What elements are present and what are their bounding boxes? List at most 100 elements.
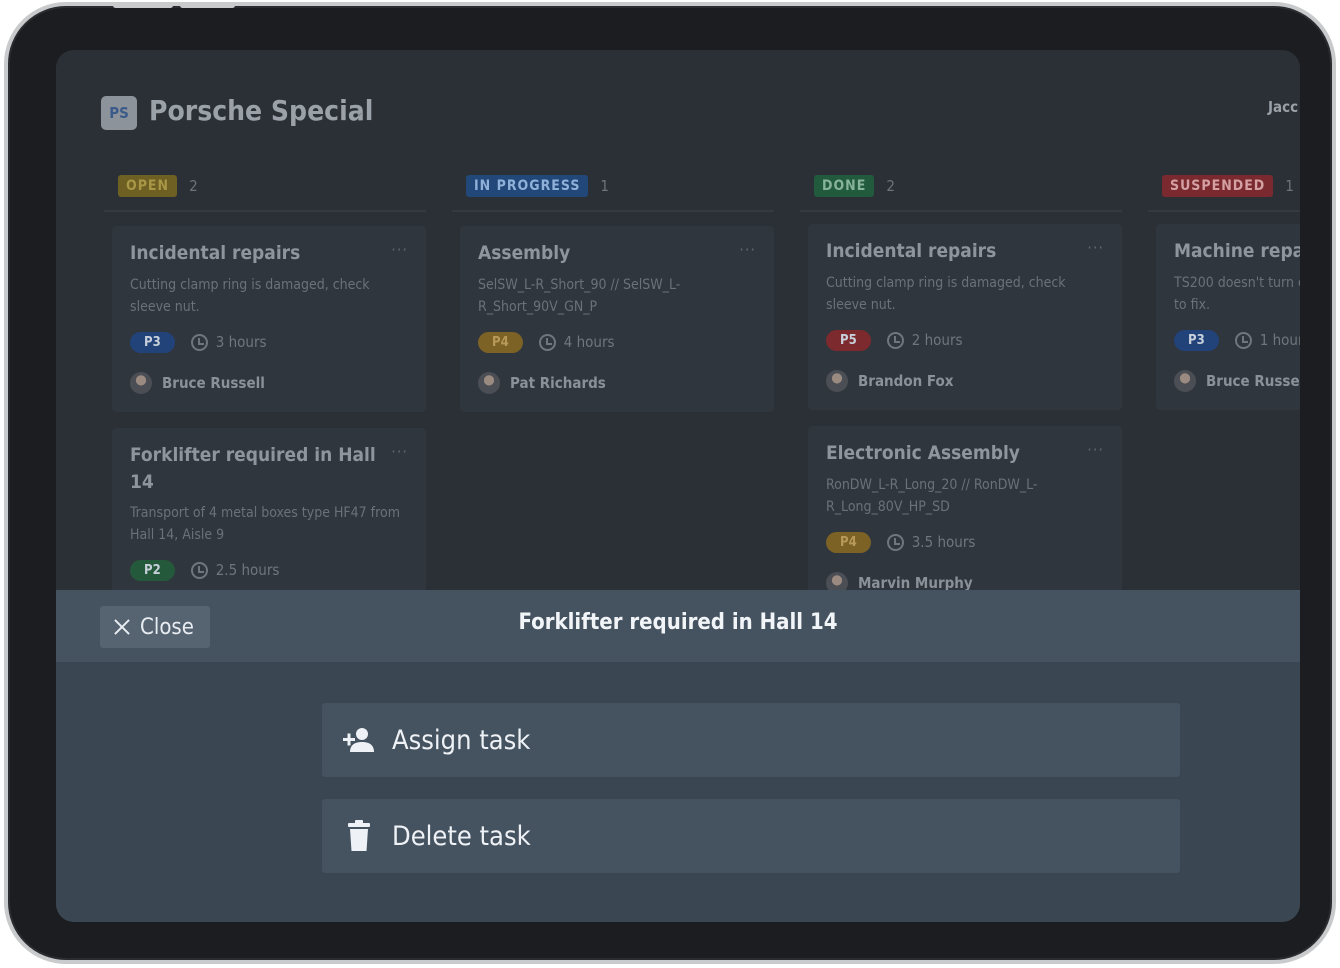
card-meta: P4 4 hours [478,330,615,354]
assignee: Pat Richards [478,372,606,394]
card-meta: P5 2 hours [826,328,963,352]
column-suspended: SUSPENDED 1 Machine repair TS200 doesn't… [1148,162,1300,642]
clock-icon [886,533,904,551]
card-description: Cutting clamp ring is damaged, check sle… [130,277,370,315]
volume-button [113,3,173,8]
card-meta: P3 1 hour [1174,328,1300,352]
card-description: TS200 doesn't turn on, check issue and t… [1174,275,1300,313]
clock-icon [1234,331,1252,349]
delete-task-label: Delete task [392,820,531,852]
delete-task-button[interactable]: Delete task [322,799,1180,873]
priority-badge: P2 [130,559,175,581]
status-pill-open: OPEN [118,175,178,197]
status-pill-suspended: SUSPENDED [1162,175,1274,197]
card-description: SelSW_L-R_Short_90 // SelSW_L-R_Short_90… [478,277,681,315]
duration: 3.5 hours [886,533,976,551]
duration-label: 2 hours [911,331,963,349]
priority-badge: P5 [826,329,871,351]
assignee: Bruce Russell [1174,370,1300,392]
card-title: Electronic Assembly [826,442,1020,464]
avatar [826,370,848,392]
clock-icon [538,333,556,351]
column-header: IN PROGRESS 1 [466,172,609,200]
sheet-header: Close Forklifter required in Hall 14 [56,590,1300,662]
more-icon[interactable]: ··· [739,240,756,259]
status-pill-done: DONE [814,175,875,197]
card-title: Incidental repairs [826,240,997,262]
column-count: 2 [886,177,895,195]
task-card[interactable]: Incidental repairs ··· Cutting clamp rin… [112,226,426,412]
duration-label: 3.5 hours [911,533,976,551]
chevron-down-icon[interactable]: ⌄ [354,104,365,120]
duration: 2 hours [886,331,963,349]
assign-task-label: Assign task [392,724,531,756]
column-divider [452,210,774,212]
column-divider [800,210,1122,212]
task-card[interactable]: Incidental repairs ··· Cutting clamp rin… [808,224,1122,410]
card-description: RonDW_L-R_Long_20 // RonDW_L-R_Long_80V_… [826,477,1038,515]
duration: 4 hours [538,333,615,351]
status-pill-in-progress: IN PROGRESS [466,175,589,197]
task-card[interactable]: Machine repair TS200 doesn't turn on, ch… [1156,224,1300,410]
card-title: Incidental repairs [130,242,301,264]
duration: 1 hour [1234,331,1300,349]
volume-button [180,3,235,8]
card-title: Machine repair [1174,240,1300,262]
clock-icon [190,333,208,351]
column-done: DONE 2 Incidental repairs ··· Cutting cl… [800,162,1122,642]
duration: 3 hours [190,333,267,351]
trash-icon [348,820,370,851]
column-count: 1 [1285,177,1294,195]
column-header: SUSPENDED 1 [1162,172,1294,200]
assign-task-button[interactable]: Assign task [322,703,1180,777]
workspace-badge[interactable]: PS [101,96,137,130]
column-count: 2 [189,177,198,195]
card-title: Assembly [478,242,571,264]
assignee-name: Brandon Fox [858,372,954,390]
priority-badge: P3 [1174,329,1219,351]
duration: 2.5 hours [190,561,280,579]
person-add-icon [343,728,374,752]
duration-label: 4 hours [563,333,615,351]
column-divider [104,210,426,212]
assignee: Brandon Fox [826,370,953,392]
card-meta: P3 3 hours [130,330,267,354]
priority-badge: P3 [130,331,175,353]
duration-label: 2.5 hours [215,561,280,579]
more-icon[interactable]: ··· [391,240,408,259]
card-meta: P2 2.5 hours [130,558,279,582]
clock-icon [190,561,208,579]
workspace-title[interactable]: Porsche Special [149,94,373,127]
avatar [1174,370,1196,392]
assignee-name: Pat Richards [510,374,606,392]
duration-label: 3 hours [215,333,267,351]
clock-icon [886,331,904,349]
card-description: Transport of 4 metal boxes type HF47 fro… [130,505,400,543]
duration-label: 1 hour [1259,331,1300,349]
priority-badge: P4 [826,531,871,553]
column-open: OPEN 2 Incidental repairs ··· Cutting cl… [104,162,426,642]
more-icon[interactable]: ··· [1087,238,1104,257]
card-description: Cutting clamp ring is damaged, check sle… [826,275,1066,313]
task-action-sheet: Close Forklifter required in Hall 14 Ass… [56,590,1300,922]
more-icon[interactable]: ··· [1087,440,1104,459]
app-header: PS Porsche Special ⌄ Jacc [56,50,1300,160]
user-name[interactable]: Jacc [1268,98,1298,116]
screen: PS Porsche Special ⌄ Jacc OPEN 2 Inciden… [56,50,1300,922]
assignee-name: Bruce Russell [1206,372,1300,390]
column-header: DONE 2 [814,172,895,200]
priority-badge: P4 [478,331,523,353]
avatar [130,372,152,394]
assignee: Bruce Russell [130,372,265,394]
task-card[interactable]: Assembly ··· SelSW_L-R_Short_90 // SelSW… [460,226,774,412]
more-icon[interactable]: ··· [391,442,408,461]
assignee-name: Bruce Russell [162,374,265,392]
column-in-progress: IN PROGRESS 1 Assembly ··· SelSW_L-R_Sho… [452,162,774,642]
column-count: 1 [600,177,609,195]
column-header: OPEN 2 [118,172,198,200]
sheet-title: Forklifter required in Hall 14 [518,610,838,635]
card-title: Forklifter required in Hall 14 [130,444,376,493]
avatar [478,372,500,394]
column-divider [1148,210,1300,212]
card-meta: P4 3.5 hours [826,530,975,554]
